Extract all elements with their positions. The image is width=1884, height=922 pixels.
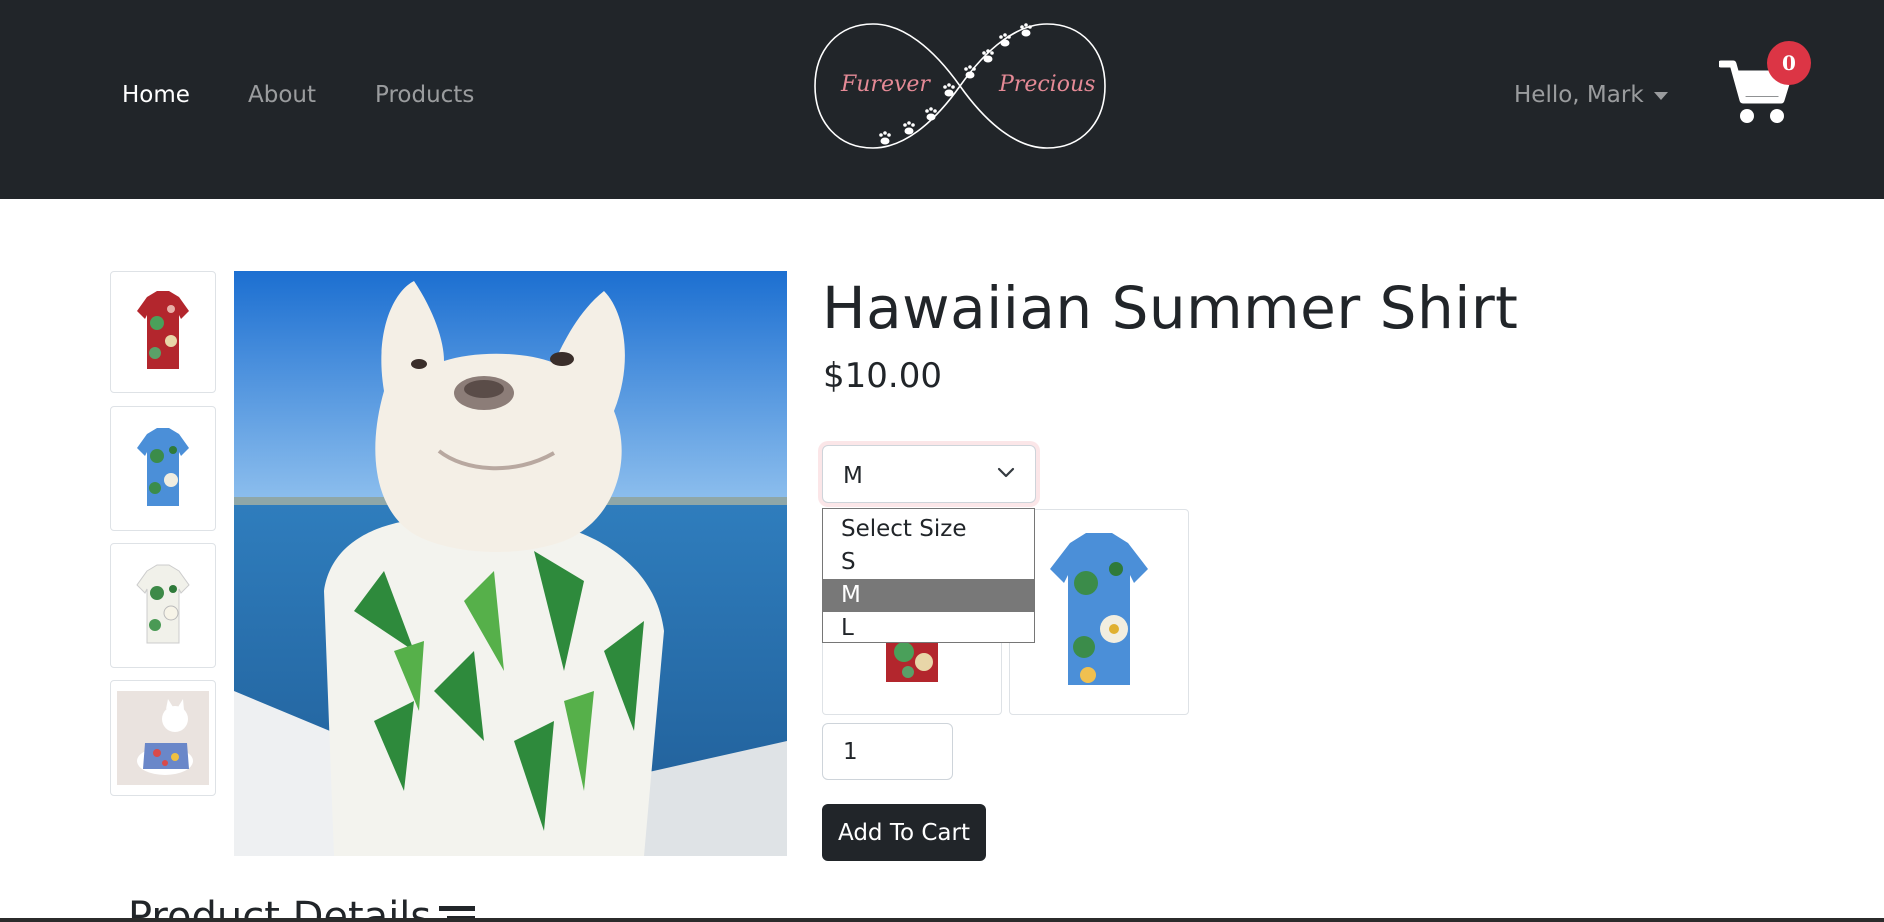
add-to-cart-button[interactable]: Add To Cart bbox=[822, 804, 986, 861]
nav-link-about[interactable]: About bbox=[248, 82, 316, 108]
size-option-l[interactable]: L bbox=[823, 612, 1034, 645]
main-product-image bbox=[234, 271, 787, 856]
thumbnail-red-shirt[interactable] bbox=[110, 271, 216, 393]
bottom-edge-line bbox=[0, 918, 1884, 922]
nav-link-products[interactable]: Products bbox=[375, 82, 474, 108]
quantity-input[interactable] bbox=[822, 723, 953, 780]
variant-blue-shirt[interactable] bbox=[1009, 509, 1189, 715]
product-title: Hawaiian Summer Shirt bbox=[822, 274, 1519, 342]
cart-count-badge: 0 bbox=[1767, 41, 1811, 85]
size-option-select-size[interactable]: Select Size bbox=[823, 513, 1034, 546]
red-shirt-image bbox=[137, 291, 189, 369]
user-greeting: Hello, Mark bbox=[1514, 82, 1644, 108]
blue-shirt-variant-image bbox=[1050, 533, 1148, 685]
white-shirt-image bbox=[136, 564, 190, 643]
caret-down-icon bbox=[1653, 91, 1668, 100]
chevron-down-icon bbox=[997, 467, 1015, 478]
size-option-s[interactable]: S bbox=[823, 546, 1034, 579]
user-menu[interactable]: Hello, Mark bbox=[1514, 82, 1668, 108]
size-select-value: M bbox=[843, 463, 863, 489]
size-select[interactable]: M bbox=[822, 445, 1036, 503]
thumbnail-blue-shirt[interactable] bbox=[110, 406, 216, 531]
thumbnail-cat-photo[interactable] bbox=[110, 680, 216, 796]
thumbnail-white-shirt[interactable] bbox=[110, 543, 216, 668]
cat-photo-image bbox=[117, 691, 209, 785]
blue-shirt-image bbox=[137, 427, 189, 506]
product-price: $10.00 bbox=[823, 356, 942, 396]
nav-link-home[interactable]: Home bbox=[122, 82, 190, 108]
navbar: Home About Products Furever Precious Hel… bbox=[0, 0, 1884, 199]
size-dropdown-list: Select Size S M L bbox=[822, 508, 1035, 643]
brand-word-1: Furever bbox=[840, 72, 931, 97]
size-option-m[interactable]: M bbox=[823, 579, 1034, 612]
brand-word-2: Precious bbox=[998, 72, 1095, 97]
brand-logo[interactable]: Furever Precious bbox=[813, 18, 1107, 154]
